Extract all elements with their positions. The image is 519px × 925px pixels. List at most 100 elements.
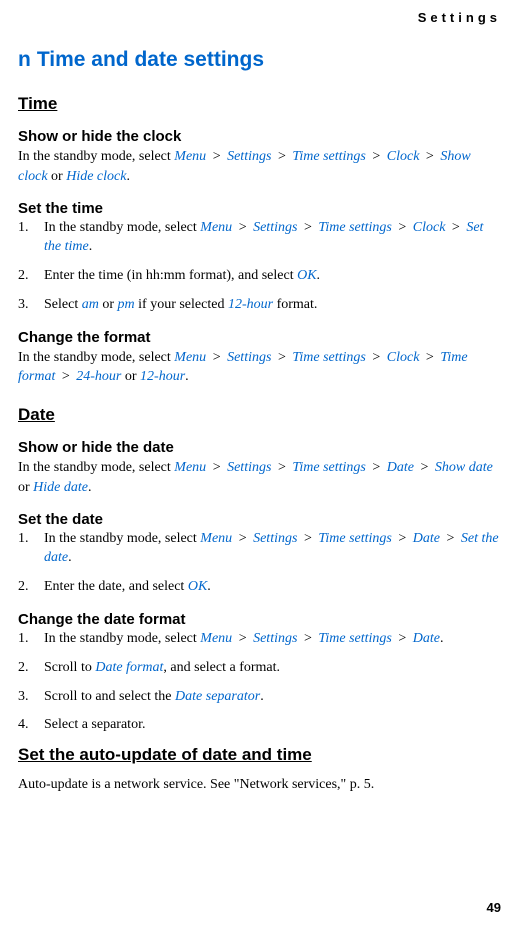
page-title: n Time and date settings: [18, 48, 501, 72]
text-prefix: Select: [44, 297, 82, 312]
separator: >: [274, 149, 289, 164]
list-item: Scroll to Date format, and select a form…: [18, 659, 501, 678]
separator: >: [300, 631, 315, 646]
menu-path-item: Settings: [253, 531, 297, 546]
text-mid: or: [99, 297, 118, 312]
text-connector: or: [18, 480, 33, 495]
text-end: .: [260, 689, 264, 704]
menu-path-item: Settings: [227, 350, 271, 365]
set-date-steps: In the standby mode, select Menu > Setti…: [18, 530, 501, 597]
menu-path-item: Date: [387, 460, 414, 475]
menu-link-date-format: Date format: [95, 660, 163, 675]
menu-link-date-separator: Date separator: [175, 689, 260, 704]
separator: >: [209, 149, 224, 164]
separator: >: [300, 531, 315, 546]
menu-path-item: Clock: [387, 149, 420, 164]
separator: >: [395, 631, 410, 646]
text-prefix: In the standby mode, select: [18, 460, 174, 475]
menu-path-item: Menu: [174, 149, 206, 164]
list-item: In the standby mode, select Menu > Setti…: [18, 530, 501, 568]
separator: >: [209, 460, 224, 475]
text-prefix: In the standby mode, select: [18, 350, 174, 365]
menu-path-item: Date: [413, 531, 440, 546]
menu-path-item: Time settings: [318, 220, 392, 235]
separator: >: [300, 220, 315, 235]
separator: >: [422, 149, 437, 164]
menu-path-item: 12-hour: [140, 369, 185, 384]
menu-path-item: Menu: [174, 460, 206, 475]
text-connector: or: [48, 169, 67, 184]
separator: >: [235, 631, 250, 646]
subheading-set-date: Set the date: [18, 511, 501, 528]
menu-link-am: am: [82, 297, 99, 312]
text-end: .: [126, 169, 130, 184]
subheading-change-time-format: Change the format: [18, 329, 501, 346]
menu-path-item: Menu: [200, 531, 232, 546]
text-content: Select a separator.: [44, 717, 145, 732]
text-prefix: Enter the time (in hh:mm format), and se…: [44, 268, 297, 283]
text-end: .: [68, 550, 72, 565]
menu-path-item: Hide date: [33, 480, 88, 495]
text-end: .: [185, 369, 189, 384]
text-end: .: [317, 268, 321, 283]
menu-path-item: Show date: [435, 460, 493, 475]
menu-path-item: Time settings: [292, 149, 366, 164]
menu-path-item: Hide clock: [66, 169, 126, 184]
page-header-label: Settings: [418, 10, 501, 25]
separator: >: [274, 350, 289, 365]
set-time-steps: In the standby mode, select Menu > Setti…: [18, 219, 501, 315]
change-date-format-steps: In the standby mode, select Menu > Setti…: [18, 630, 501, 736]
list-item: Select a separator.: [18, 716, 501, 735]
text-prefix: In the standby mode, select: [18, 149, 174, 164]
text-prefix: In the standby mode, select: [44, 531, 200, 546]
menu-path-item: Menu: [174, 350, 206, 365]
list-item: In the standby mode, select Menu > Setti…: [18, 219, 501, 257]
show-hide-clock-text: In the standby mode, select Menu > Setti…: [18, 147, 501, 186]
separator: >: [369, 460, 384, 475]
separator: >: [448, 220, 463, 235]
title-text: Time and date settings: [37, 48, 264, 71]
title-bullet-icon: n: [18, 48, 31, 71]
subheading-change-date-format: Change the date format: [18, 611, 501, 628]
separator: >: [395, 220, 410, 235]
menu-path-item: Menu: [200, 631, 232, 646]
menu-path-item: Settings: [253, 631, 297, 646]
separator: >: [209, 350, 224, 365]
text-end: .: [88, 480, 92, 495]
menu-link-ok: OK: [188, 579, 207, 594]
list-item: Scroll to and select the Date separator.: [18, 688, 501, 707]
separator: >: [417, 460, 432, 475]
list-item: Enter the time (in hh:mm format), and se…: [18, 267, 501, 286]
text-connector: or: [121, 369, 140, 384]
auto-update-text: Auto-update is a network service. See "N…: [18, 775, 501, 795]
text-end: .: [89, 239, 93, 254]
menu-path-item: Settings: [227, 149, 271, 164]
text-mid: if your selected: [135, 297, 228, 312]
list-item: Select am or pm if your selected 12-hour…: [18, 296, 501, 315]
menu-link-12hour: 12-hour: [228, 297, 273, 312]
separator: >: [369, 149, 384, 164]
text-end: , and select a format.: [163, 660, 280, 675]
text-end: .: [207, 579, 211, 594]
separator: >: [235, 220, 250, 235]
menu-path-item: 24-hour: [76, 369, 121, 384]
separator: >: [422, 350, 437, 365]
change-time-format-text: In the standby mode, select Menu > Setti…: [18, 348, 501, 387]
separator: >: [369, 350, 384, 365]
text-prefix: In the standby mode, select: [44, 220, 200, 235]
menu-path-item: Time settings: [292, 460, 366, 475]
menu-path-item: Time settings: [318, 531, 392, 546]
menu-link-ok: OK: [297, 268, 316, 283]
separator: >: [395, 531, 410, 546]
page-number: 49: [487, 900, 501, 915]
subheading-set-time: Set the time: [18, 200, 501, 217]
menu-path-item: Clock: [387, 350, 420, 365]
menu-path-item: Time settings: [292, 350, 366, 365]
list-item: In the standby mode, select Menu > Setti…: [18, 630, 501, 649]
list-item: Enter the date, and select OK.: [18, 578, 501, 597]
menu-path-item: Clock: [413, 220, 446, 235]
text-prefix: Scroll to: [44, 660, 95, 675]
text-prefix: Scroll to and select the: [44, 689, 175, 704]
show-hide-date-text: In the standby mode, select Menu > Setti…: [18, 458, 501, 497]
menu-path-item: Time settings: [318, 631, 392, 646]
